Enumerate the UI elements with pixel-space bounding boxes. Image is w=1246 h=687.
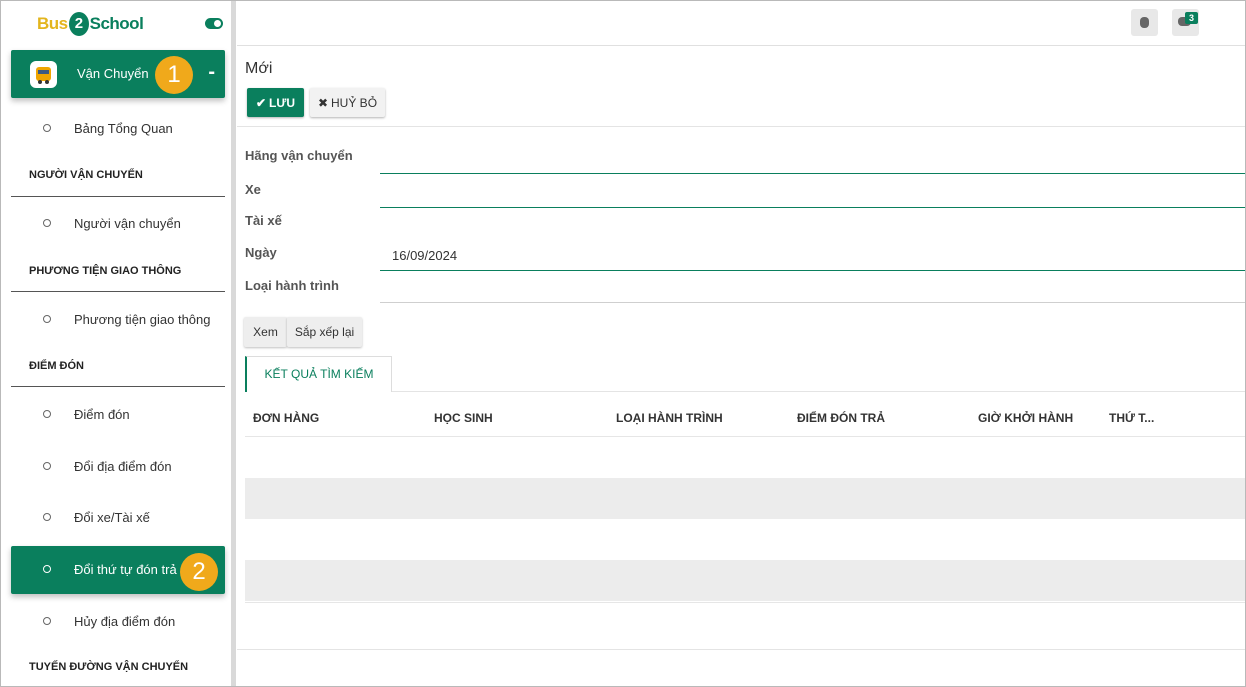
bus-icon (30, 61, 57, 88)
sidebar-item-cancel-pickup[interactable]: Hủy địa điểm đón (11, 598, 225, 646)
sidebar-item-change-vehicle[interactable]: Đổi xe/Tài xế (11, 494, 225, 542)
bug-icon (1140, 17, 1149, 28)
carrier-company-input[interactable] (380, 173, 1245, 174)
section-divider (11, 386, 225, 387)
save-label: LƯU (269, 95, 295, 110)
circle-bullet-icon (43, 410, 51, 418)
tab-divider (392, 391, 1245, 392)
circle-bullet-icon (43, 462, 51, 470)
sidebar-item-label: Phương tiện giao thông (74, 312, 211, 327)
date-label: Ngày (245, 245, 277, 260)
circle-bullet-icon (43, 565, 51, 573)
sidebar-item-label: Người vận chuyển (74, 216, 181, 231)
circle-bullet-icon (43, 315, 51, 323)
header-divider (237, 126, 1245, 127)
module-label: Vận Chuyển (77, 66, 149, 81)
section-route: TUYẾN ĐƯỜNG VẬN CHUYỂN (29, 661, 189, 673)
section-pickup: ĐIỂM ĐÓN (29, 360, 84, 372)
section-vehicle: PHƯƠNG TIỆN GIAO THÔNG (29, 265, 182, 277)
carrier-company-label: Hãng vận chuyển (245, 148, 353, 163)
sidebar-item-carrier[interactable]: Người vận chuyển (11, 200, 225, 248)
step-badge-1: 1 (155, 56, 193, 94)
table-row (245, 478, 1245, 519)
circle-bullet-icon (43, 124, 51, 132)
driver-label: Tài xế (245, 213, 282, 228)
table-header-divider (245, 436, 1245, 437)
vehicle-label: Xe (245, 182, 261, 197)
circle-bullet-icon (43, 617, 51, 625)
column-header-student[interactable]: HỌC SINH (434, 411, 493, 425)
route-type-label: Loại hành trình (245, 278, 339, 293)
sidebar-item-label: Hủy địa điểm đón (74, 614, 176, 629)
column-header-order[interactable]: ĐƠN HÀNG (253, 411, 319, 425)
date-input-underline (380, 270, 1245, 271)
sidebar-item-label: Bảng Tổng Quan (74, 121, 173, 136)
column-header-route-type[interactable]: LOẠI HÀNH TRÌNH (616, 411, 723, 425)
sidebar-item-label: Đổi xe/Tài xế (74, 510, 150, 525)
sidebar-toggle-switch[interactable] (205, 18, 223, 29)
cancel-label: HUỶ BỎ (331, 95, 378, 110)
circle-bullet-icon (43, 219, 51, 227)
column-header-departure-time[interactable]: GIỜ KHỞI HÀNH (978, 411, 1073, 425)
messages-button[interactable]: 3 (1172, 9, 1199, 36)
sidebar: Bus 2 School Vận Chuyển - 1 Bảng Tổng Quan… (1, 1, 237, 686)
sidebar-item-pickup[interactable]: Điểm đón (11, 391, 225, 439)
section-divider (11, 196, 225, 197)
bus2school-logo[interactable]: Bus 2 School (37, 11, 144, 37)
sidebar-item-change-pickup[interactable]: Đổi địa điểm đón (11, 443, 225, 491)
column-header-pickup-point[interactable]: ĐIỂM ĐÓN TRẢ (797, 411, 885, 425)
circle-bullet-icon (43, 513, 51, 521)
close-icon: ✖ (317, 95, 329, 110)
table-row-divider (245, 602, 1245, 603)
sidebar-item-vehicle[interactable]: Phương tiện giao thông (11, 296, 225, 344)
table-footer-divider (237, 649, 1245, 650)
logo-text-school: School (89, 14, 144, 33)
date-input[interactable]: 16/09/2024 (392, 248, 457, 263)
sidebar-item-label: Đổi địa điểm đón (74, 459, 172, 474)
table-row (245, 560, 1245, 601)
cancel-button[interactable]: ✖ HUỶ BỎ (310, 88, 385, 117)
logo-text-two: 2 (68, 12, 89, 36)
view-button[interactable]: Xem (244, 317, 287, 347)
route-type-input[interactable] (380, 302, 1245, 303)
logo-text-bus: Bus (37, 14, 68, 33)
check-icon: ✔ (255, 95, 267, 110)
debug-button[interactable] (1131, 9, 1158, 36)
message-count-badge: 3 (1185, 12, 1198, 24)
tab-search-results[interactable]: KẾT QUẢ TÌM KIẾM (245, 356, 392, 392)
reorder-button[interactable]: Sắp xếp lại (287, 317, 362, 347)
sidebar-item-overview[interactable]: Bảng Tổng Quan (11, 105, 225, 153)
column-header-sequence[interactable]: THỨ T... (1109, 411, 1154, 425)
section-divider (11, 291, 225, 292)
app-frame: Bus 2 School Vận Chuyển - 1 Bảng Tổng Quan… (0, 0, 1246, 687)
sidebar-item-label: Điểm đón (74, 407, 130, 422)
section-carrier: NGƯỜI VẬN CHUYỂN (29, 169, 143, 181)
step-badge-2: 2 (180, 553, 218, 591)
save-button[interactable]: ✔ LƯU (247, 88, 304, 117)
page-title: Mới (245, 60, 273, 77)
collapse-icon[interactable]: - (208, 61, 215, 84)
top-bar: 3 (237, 1, 1245, 46)
vehicle-input[interactable] (380, 207, 1245, 208)
sidebar-item-label: Đổi thứ tự đón trả (74, 562, 177, 577)
sidebar-scrollbar[interactable] (231, 1, 236, 686)
